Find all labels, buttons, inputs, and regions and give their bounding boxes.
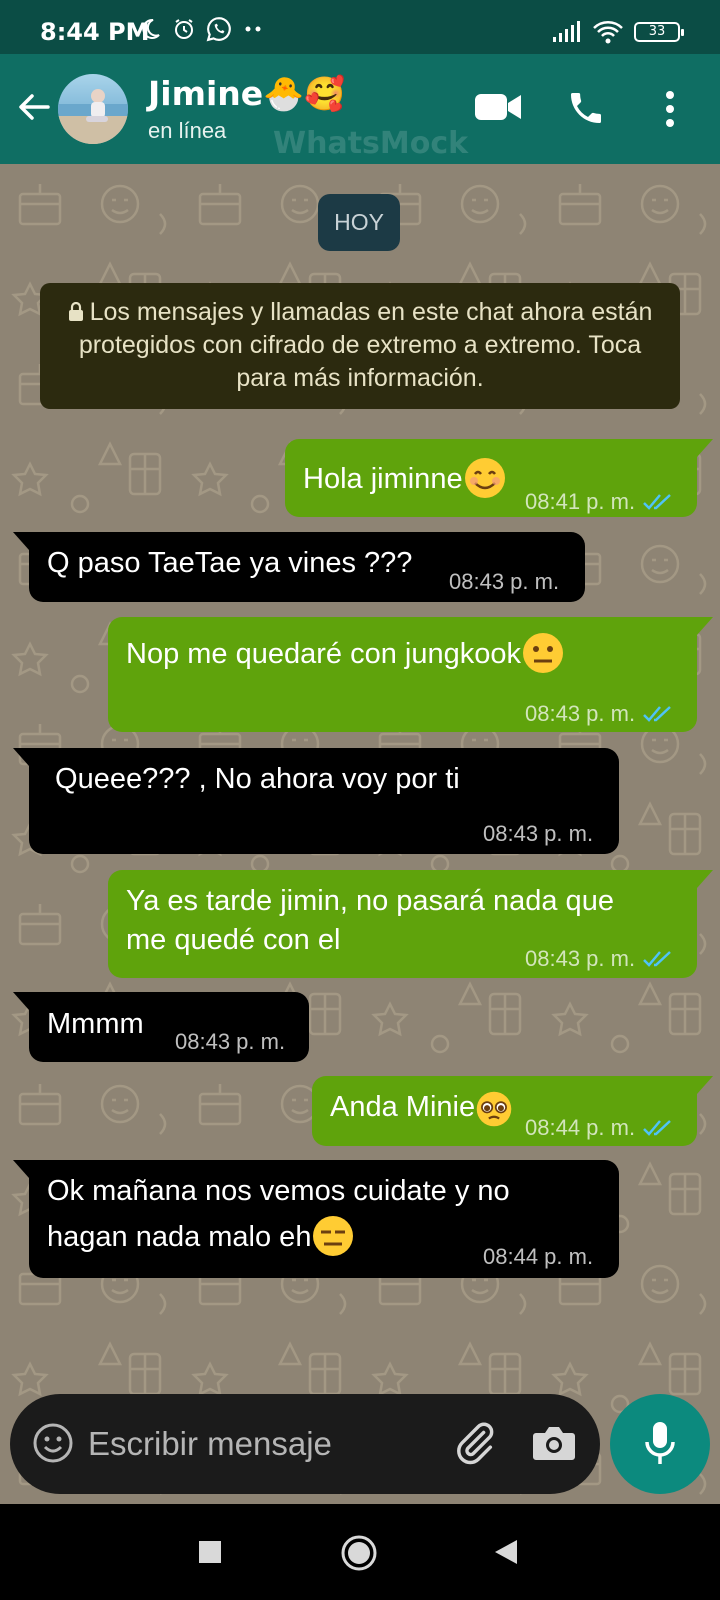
contact-status: en línea bbox=[148, 118, 227, 143]
pleading-face-emoji bbox=[476, 1091, 512, 1127]
message-text: Q paso TaeTae ya vines ??? bbox=[47, 547, 413, 579]
lock-icon bbox=[68, 302, 83, 321]
read-ticks-icon bbox=[643, 706, 671, 722]
read-ticks-icon bbox=[643, 494, 671, 510]
message-meta: 08:41 p. m. bbox=[525, 483, 673, 520]
message-meta: 08:43 p. m. bbox=[525, 940, 673, 977]
message-bubble-outgoing[interactable]: Nop me quedaré con jungkook 08:43 p. m. bbox=[108, 617, 713, 732]
message-time: 08:43 p. m. bbox=[525, 946, 636, 971]
moon-icon bbox=[142, 18, 160, 39]
message-time: 08:43 p. m. bbox=[525, 701, 636, 726]
emoji-icon[interactable] bbox=[32, 1422, 74, 1464]
home-circle-icon[interactable] bbox=[340, 1534, 378, 1572]
status-system-icons: 33 bbox=[552, 20, 684, 44]
encryption-notice-text: Los mensajes y llamadas en este chat aho… bbox=[78, 298, 653, 392]
more-options-icon[interactable] bbox=[664, 90, 676, 128]
message-text-line: Ok mañana nos vemos cuidate y no bbox=[47, 1175, 510, 1207]
mic-icon bbox=[645, 1422, 675, 1464]
avatar[interactable] bbox=[58, 74, 128, 144]
video-call-icon[interactable] bbox=[474, 92, 522, 122]
message-time: 08:44 p. m. bbox=[525, 1115, 636, 1140]
alarm-icon bbox=[175, 19, 193, 39]
message-text: Hola jiminne bbox=[303, 456, 507, 500]
message-bubble-incoming[interactable]: Ok mañana nos vemos cuidate y no hagan n… bbox=[13, 1160, 619, 1278]
message-time: 08:43 p. m. bbox=[449, 569, 560, 594]
message-bubble-incoming[interactable]: Mmmm 08:43 p. m. bbox=[13, 992, 309, 1062]
message-text: Mmmm bbox=[47, 1008, 144, 1040]
signal-icon bbox=[553, 21, 580, 42]
status-bar: 8:44 PM 33 bbox=[0, 0, 720, 54]
message-text-line: Ya es tarde jimin, no pasará nada que bbox=[126, 885, 614, 917]
battery-icon: 33 bbox=[634, 22, 684, 42]
message-time: 08:43 p. m. bbox=[175, 1029, 286, 1054]
message-time: 08:44 p. m. bbox=[483, 1244, 594, 1269]
message-meta: 08:44 p. m. bbox=[525, 1109, 673, 1146]
system-navigation-bar bbox=[0, 1504, 720, 1600]
message-text: Anda Minie bbox=[330, 1089, 513, 1128]
contact-name[interactable]: Jimine🐣🥰 bbox=[148, 74, 345, 114]
back-arrow-icon[interactable] bbox=[16, 89, 52, 125]
message-input[interactable]: Escribir mensaje bbox=[88, 1425, 332, 1463]
status-time: 8:44 PM bbox=[40, 18, 150, 46]
chat-area[interactable]: HOY Los mensajes y llamadas en este chat… bbox=[0, 164, 720, 1504]
attach-icon[interactable] bbox=[452, 1420, 498, 1466]
message-text-line: me quedé con el bbox=[126, 924, 341, 956]
wifi-icon bbox=[593, 21, 623, 44]
status-notification-icons bbox=[138, 16, 266, 42]
message-text: Queee??? , No ahora voy por ti bbox=[47, 763, 460, 795]
message-bubble-outgoing[interactable]: Anda Minie 08:44 p. m. bbox=[312, 1076, 713, 1146]
read-ticks-icon bbox=[643, 951, 671, 967]
message-bubble-incoming[interactable]: Q paso TaeTae ya vines ??? 08:43 p. m. bbox=[13, 532, 585, 602]
mic-button[interactable] bbox=[610, 1394, 710, 1494]
expressionless-face-emoji bbox=[313, 1216, 354, 1256]
back-triangle-icon[interactable] bbox=[493, 1538, 519, 1566]
read-ticks-icon bbox=[643, 1120, 671, 1136]
whatsapp-icon bbox=[206, 17, 231, 42]
message-meta: 08:43 p. m. bbox=[525, 695, 673, 732]
neutral-face-emoji bbox=[522, 633, 563, 673]
date-chip: HOY bbox=[318, 194, 400, 251]
camera-icon[interactable] bbox=[532, 1424, 576, 1462]
message-bubble-outgoing[interactable]: Ya es tarde jimin, no pasará nada que me… bbox=[108, 870, 713, 978]
message-time: 08:43 p. m. bbox=[483, 821, 594, 846]
message-text: Nop me quedaré con jungkook bbox=[126, 631, 565, 675]
message-text-line: hagan nada malo eh bbox=[47, 1214, 355, 1258]
avatar-photo bbox=[58, 89, 128, 144]
dots-icon bbox=[245, 26, 261, 32]
smiling-face-emoji bbox=[464, 458, 505, 498]
watermark: WhatsMock bbox=[273, 126, 469, 161]
encryption-notice[interactable]: Los mensajes y llamadas en este chat aho… bbox=[40, 283, 680, 409]
recents-square-icon[interactable] bbox=[198, 1540, 222, 1564]
chat-header: Jimine🐣🥰 en línea WhatsMock bbox=[0, 54, 720, 164]
phone-call-icon[interactable] bbox=[566, 88, 606, 128]
message-bubble-incoming[interactable]: Queee??? , No ahora voy por ti 08:43 p. … bbox=[13, 748, 619, 854]
message-time: 08:41 p. m. bbox=[525, 489, 636, 514]
message-input-bar: Escribir mensaje bbox=[10, 1394, 600, 1494]
message-bubble-outgoing[interactable]: Hola jiminne 08:41 p. m. bbox=[285, 439, 713, 520]
